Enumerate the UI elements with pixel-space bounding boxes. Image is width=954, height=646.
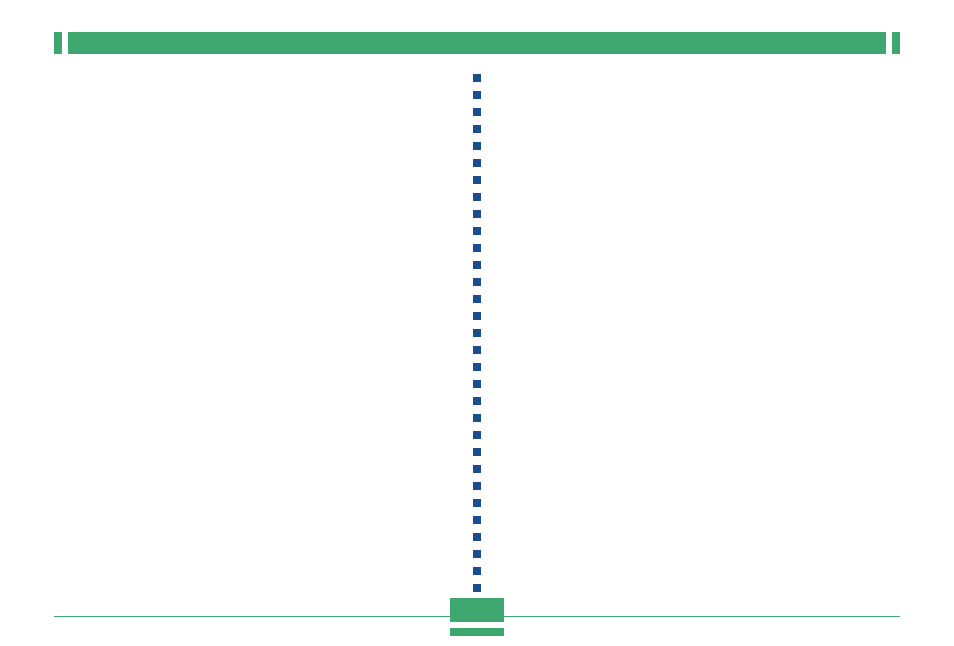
top-bar-right-cap: [892, 32, 900, 54]
top-decorative-bar: [54, 32, 900, 54]
top-bar-main: [68, 32, 886, 54]
vertical-dotted-divider: [473, 74, 481, 602]
bottom-page-block-under: [450, 628, 504, 636]
bottom-page-block: [450, 598, 504, 622]
top-bar-left-cap: [54, 32, 62, 54]
